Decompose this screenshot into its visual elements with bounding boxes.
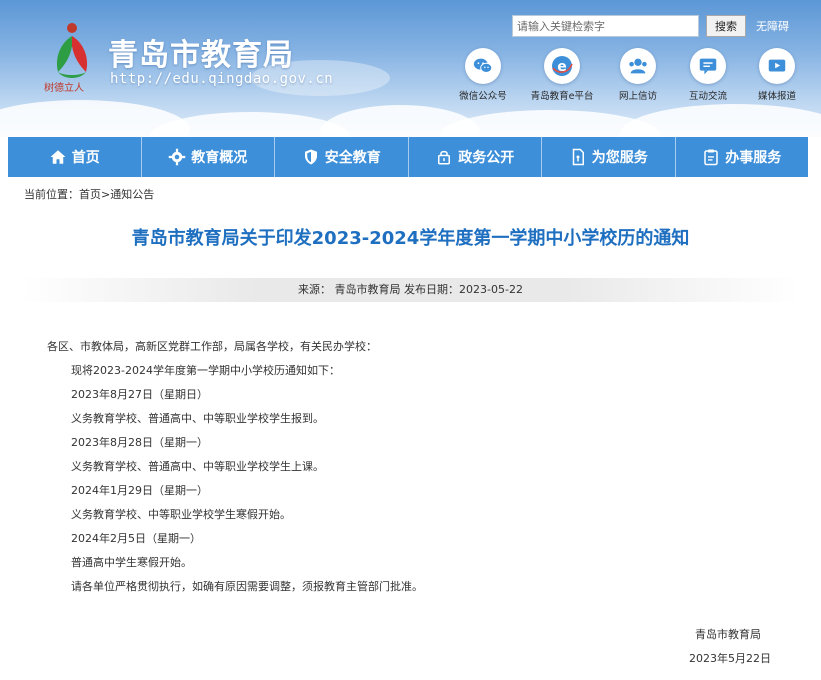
nav-item-label: 教育概况 xyxy=(191,150,248,166)
quick-link-label: 媒体报道 xyxy=(757,91,796,102)
breadcrumb-separator: > xyxy=(101,188,111,201)
nav-item-gov-affairs[interactable]: 政务公开 xyxy=(409,137,542,177)
quick-link-label: 青岛教育e平台 xyxy=(530,91,594,102)
nav-item-label: 办事服务 xyxy=(725,150,782,166)
e-platform-icon: e xyxy=(544,48,580,84)
article-paragraph: 2023年8月27日（星期日） xyxy=(71,388,208,401)
article-paragraph: 普通高中学生寒假开始。 xyxy=(71,556,192,569)
quick-link-e-platform[interactable]: e 青岛教育e平台 xyxy=(527,48,597,102)
article-salutation: 各区、市教体局，高新区党群工作部，局属各学校，有关民办学校： xyxy=(47,340,377,353)
quick-link-wechat[interactable]: 微信公众号 xyxy=(448,48,518,102)
quick-link-media[interactable]: 媒体报道 xyxy=(742,48,812,102)
article-title: 青岛市教育局关于印发2023-2024学年度第一学期中小学校历的通知 xyxy=(131,228,690,249)
article-paragraph: 2023年8月28日（星期一） xyxy=(71,436,208,449)
article-paragraph: 请各单位严格贯彻执行，如确有原因需要调整，须报教育主管部门批准。 xyxy=(71,580,423,593)
logo-slogan: 树德立人 xyxy=(44,83,84,94)
breadcrumb: 当前位置：首页>通知公告 xyxy=(24,186,154,202)
quick-link-label: 互动交流 xyxy=(688,91,727,102)
article-meta: 来源： 青岛市教育局 发布日期：2023-05-22 xyxy=(22,278,799,302)
chat-icon xyxy=(690,48,726,84)
wechat-icon xyxy=(465,48,501,84)
nav-item-safety[interactable]: 安全教育 xyxy=(275,137,409,177)
nav-item-label: 安全教育 xyxy=(324,150,381,166)
nav-item-overview[interactable]: 教育概况 xyxy=(142,137,275,177)
nav-item-label: 首页 xyxy=(71,150,100,166)
article-paragraph: 2024年1月29日（星期一） xyxy=(71,484,208,497)
article-paragraph: 现将2023-2024学年度第一学期中小学校历通知如下： xyxy=(71,364,340,377)
users-icon xyxy=(620,48,656,84)
site-url: http://edu.qingdao.gov.cn xyxy=(110,71,334,87)
home-icon xyxy=(49,148,67,166)
nav-item-label: 为您服务 xyxy=(591,150,648,166)
nav-item-affairs-service[interactable]: 办事服务 xyxy=(676,137,809,177)
article-signature: 青岛市教育局 xyxy=(695,628,761,641)
article-paragraph: 义务教育学校、普通高中、中等职业学校学生报到。 xyxy=(71,412,324,425)
article-date: 2023年5月22日 xyxy=(689,652,771,665)
accessibility-link[interactable]: 无障碍 xyxy=(756,18,789,34)
document-icon xyxy=(569,148,587,166)
gear-icon xyxy=(168,148,186,166)
quick-link-interaction[interactable]: 互动交流 xyxy=(673,48,743,102)
search-input[interactable] xyxy=(512,15,699,37)
article-paragraph: 2024年2月5日（星期一） xyxy=(71,532,201,545)
nav-item-label: 政务公开 xyxy=(458,150,515,166)
nav-item-home[interactable]: 首页 xyxy=(8,137,142,177)
lock-icon xyxy=(435,148,453,166)
breadcrumb-current-link[interactable]: 通知公告 xyxy=(110,188,154,201)
video-icon xyxy=(759,48,795,84)
breadcrumb-home-link[interactable]: 首页 xyxy=(79,188,101,201)
quick-link-petition[interactable]: 网上信访 xyxy=(603,48,673,102)
quick-link-label: 网上信访 xyxy=(618,91,657,102)
search-button[interactable]: 搜索 xyxy=(706,15,746,37)
breadcrumb-prefix: 当前位置： xyxy=(24,188,79,201)
article-paragraph: 义务教育学校、中等职业学校学生寒假开始。 xyxy=(71,508,291,521)
header-banner: 树德立人 青岛市教育局 http://edu.qingdao.gov.cn 搜索… xyxy=(0,0,821,137)
nav-item-services[interactable]: 为您服务 xyxy=(542,137,676,177)
article-paragraph: 义务教育学校、普通高中、中等职业学校学生上课。 xyxy=(71,460,324,473)
main-nav: 首页 教育概况 安全教育 政务公开 为您服务 办事服务 xyxy=(8,137,808,177)
site-title: 青岛市教育局 xyxy=(108,38,294,73)
quick-link-label: 微信公众号 xyxy=(459,91,507,102)
shield-icon xyxy=(302,148,320,166)
cloud-decoration xyxy=(620,104,821,137)
clipboard-icon xyxy=(702,148,720,166)
